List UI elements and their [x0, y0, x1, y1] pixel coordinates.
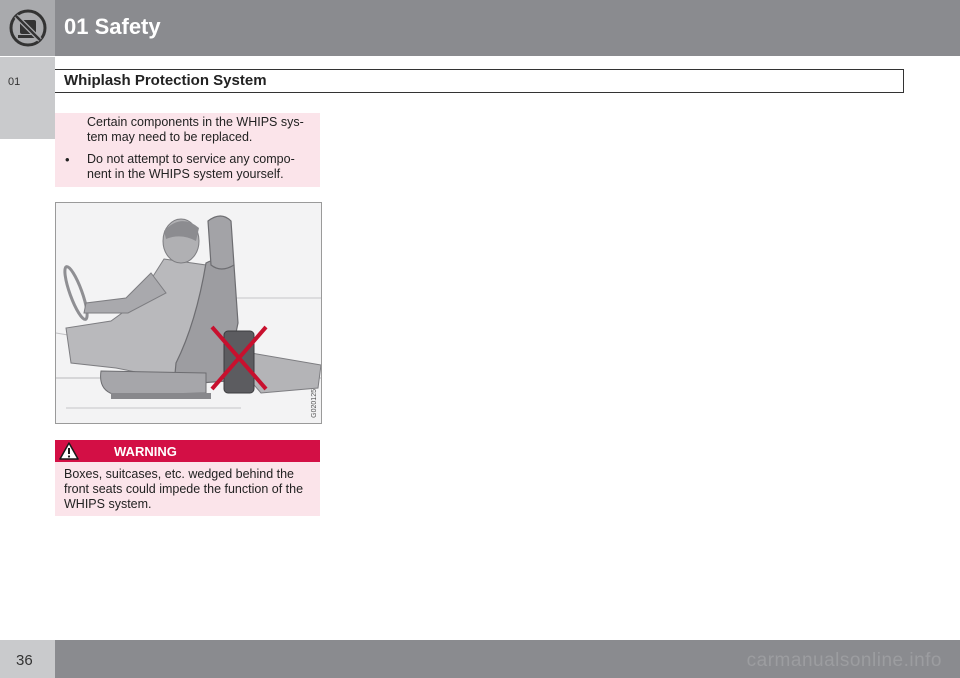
chapter-side-tab [0, 57, 55, 139]
figure-code: G020125 [311, 389, 318, 418]
no-child-seat-icon [9, 9, 47, 47]
page-footer: 36 carmanualsonline.info [0, 640, 960, 678]
section-header: Whiplash Protection System [55, 69, 904, 93]
section-title: Whiplash Protection System [64, 72, 267, 89]
bullet-point: • [65, 152, 70, 167]
page-header: 01 Safety [0, 0, 960, 56]
footer-page-tab: 36 [0, 640, 55, 678]
watermark-text: carmanualsonline.info [746, 650, 942, 671]
warning-triangle-icon [59, 442, 79, 460]
page-number: 36 [16, 652, 33, 669]
whips-prohibited-object-illustration [56, 215, 321, 409]
warning-title: WARNING [114, 444, 177, 459]
note-continuation-text: Certain components in the WHIPS sys- tem… [87, 115, 304, 144]
side-tab-label: 01 [8, 76, 21, 88]
note-bullet-text: Do not attempt to service any compo- nen… [87, 152, 295, 181]
warning-body: Boxes, suitcases, etc. wedged behind the… [55, 462, 320, 516]
chapter-logo [0, 0, 55, 56]
note-box: Certain components in the WHIPS sys- tem… [55, 113, 320, 187]
warning-text: Boxes, suitcases, etc. wedged behind the… [64, 467, 304, 511]
whips-illustration: G020125 [55, 202, 322, 424]
chapter-title: 01 Safety [64, 14, 161, 39]
warning-header: WARNING [55, 440, 320, 462]
